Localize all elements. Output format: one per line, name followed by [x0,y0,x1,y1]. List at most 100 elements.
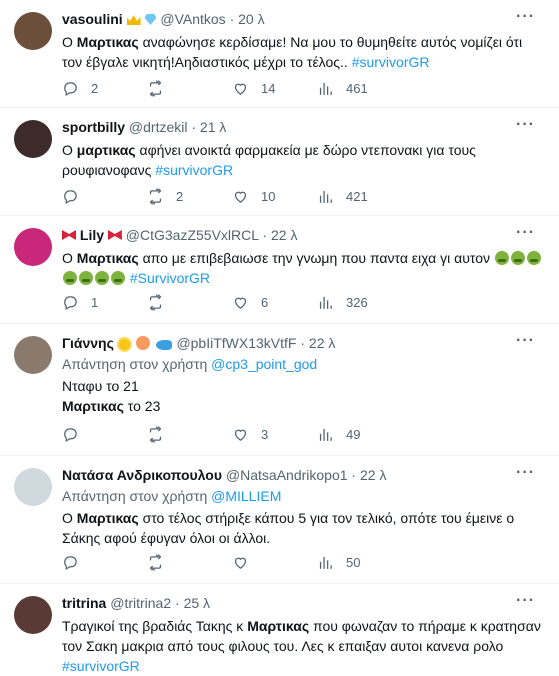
retweet-button[interactable] [147,78,232,98]
diamond-emoji-icon [144,14,157,25]
tweet-actions: 1 6 326 [62,292,402,312]
tweet-time[interactable]: 21 λ [200,119,226,135]
reply-button[interactable]: 2 [62,78,147,98]
like-count: 10 [261,188,276,204]
views-button[interactable]: 461 [317,78,402,98]
more-options-icon[interactable]: ··· [516,224,535,242]
more-options-icon[interactable]: ··· [516,332,535,350]
like-button[interactable]: 14 [232,78,317,98]
reply-icon [64,81,77,96]
tweet-actions: 2 10 421 [62,186,402,206]
peach-emoji-icon [135,336,150,350]
separator-dot: · [262,227,268,243]
tweet[interactable]: sportbilly @drtzekil · 21 λ Ο μαρτικας α… [0,108,559,216]
tweet-time[interactable]: 20 λ [238,11,264,27]
reply-icon [64,555,77,570]
more-options-icon[interactable]: ··· [516,8,535,26]
avatar[interactable] [14,12,52,50]
more-options-icon[interactable]: ··· [516,464,535,482]
retweet-button[interactable] [147,552,232,572]
retweet-button[interactable] [147,292,232,312]
tweet-time[interactable]: 22 λ [309,335,335,351]
avatar[interactable] [14,596,52,634]
like-button[interactable] [232,552,317,572]
hashtag-link[interactable]: #survivorGR [352,54,430,70]
views-button[interactable]: 326 [317,292,402,312]
views-chart-icon [319,82,332,95]
tweet-feed: vasoulini @VAntkos · 20 λ Ο Μαρτικας ανα… [0,0,559,674]
hashtag-link[interactable]: #SurvivorGR [130,270,210,286]
like-button[interactable]: 6 [232,292,317,312]
separator-dot: · [300,335,306,351]
reply-button[interactable]: 1 [62,292,147,312]
heart-icon [234,297,247,309]
avatar[interactable] [14,120,52,158]
avatar[interactable] [14,336,52,374]
ribbon-emoji-icon [62,230,76,240]
heart-icon [234,191,247,203]
author-handle[interactable]: @NatsaAndrikopo1 [226,467,348,483]
tweet[interactable]: Γιάννης @pbIiTfWX13kVtfF · 22 λ Απάντηση… [0,324,559,456]
views-button[interactable]: 50 [317,552,402,572]
tweet-header: Νατάσα Ανδρικοπουλου @NatsaAndrikopo1 · … [62,466,545,484]
tweet[interactable]: tritrina @tritrina2 · 25 λ Τραγικοί της … [0,584,559,674]
tweet[interactable]: Νατάσα Ανδρικοπουλου @NatsaAndrikopo1 · … [0,456,559,584]
separator-dot: · [351,467,357,483]
separator-dot: · [191,119,197,135]
reply-count: 1 [91,294,99,310]
author-handle[interactable]: @pbIiTfWX13kVtfF [176,335,296,351]
author-handle[interactable]: @drtzekil [129,119,188,135]
views-button[interactable]: 49 [317,424,402,444]
text-segment: Ο [62,250,77,266]
author-handle[interactable]: @CtG3azZ55VxlRCL [126,227,259,243]
hashtag-link[interactable]: #survivorGR [62,658,140,674]
view-count: 461 [346,80,368,96]
reply-handle-link[interactable]: @MILLIEM [211,488,281,504]
like-button[interactable]: 10 [232,186,317,206]
view-count: 421 [346,188,368,204]
text-segment: Τραγικοί της βραδιάς Τακης κ [62,618,248,634]
author-name[interactable]: tritrina [62,595,106,611]
tweet-header: vasoulini @VAntkos · 20 λ [62,10,545,28]
reply-button[interactable] [62,552,147,572]
highlighted-term: μαρτικας [76,142,136,158]
reply-button[interactable] [62,186,147,206]
nauseated-face-emoji-icon [111,271,125,285]
like-count: 3 [261,426,269,442]
author-name[interactable]: Γιάννης [62,335,114,351]
reply-icon [64,295,77,310]
tweet-time[interactable]: 25 λ [184,595,210,611]
more-options-icon[interactable]: ··· [516,592,535,610]
highlighted-term: Μαρτικας [76,34,139,50]
like-button[interactable]: 3 [232,424,317,444]
view-count: 49 [346,426,361,442]
reply-button[interactable] [62,424,147,444]
views-button[interactable]: 421 [317,186,402,206]
hashtag-link[interactable]: #survivorGR [155,162,233,178]
tweet-text: Ο Μαρτικας απο με επιβεβαιωσε την γνωμη … [62,248,545,288]
author-handle[interactable]: @VAntkos [160,11,225,27]
author-handle[interactable]: @tritrina2 [110,595,171,611]
tweet-text: Τραγικοί της βραδιάς Τακης κ Μαρτικας πο… [62,616,545,676]
tweet-time[interactable]: 22 λ [360,467,386,483]
author-name[interactable]: vasoulini [62,11,123,27]
retweet-icon [149,187,162,205]
text-segment: το 23 [123,398,161,414]
reply-handle-link[interactable]: @cp3_point_god [211,356,317,372]
more-options-icon[interactable]: ··· [516,116,535,134]
author-name[interactable]: Lily [80,227,104,243]
view-count: 50 [346,554,361,570]
tweet-time[interactable]: 22 λ [271,227,297,243]
avatar[interactable] [14,228,52,266]
view-count: 326 [346,294,368,310]
avatar[interactable] [14,468,52,506]
text-segment: Ο [62,510,77,526]
tweet[interactable]: Lily @CtG3azZ55VxlRCL · 22 λ Ο Μαρτικας … [0,216,559,324]
highlighted-term: Μαρτικας [76,250,139,266]
retweet-button[interactable]: 2 [147,186,232,206]
tweet[interactable]: vasoulini @VAntkos · 20 λ Ο Μαρτικας ανα… [0,0,559,108]
author-name[interactable]: Νατάσα Ανδρικοπουλου [62,467,222,483]
views-chart-icon [319,296,332,309]
author-name[interactable]: sportbilly [62,119,125,135]
retweet-button[interactable] [147,424,232,444]
